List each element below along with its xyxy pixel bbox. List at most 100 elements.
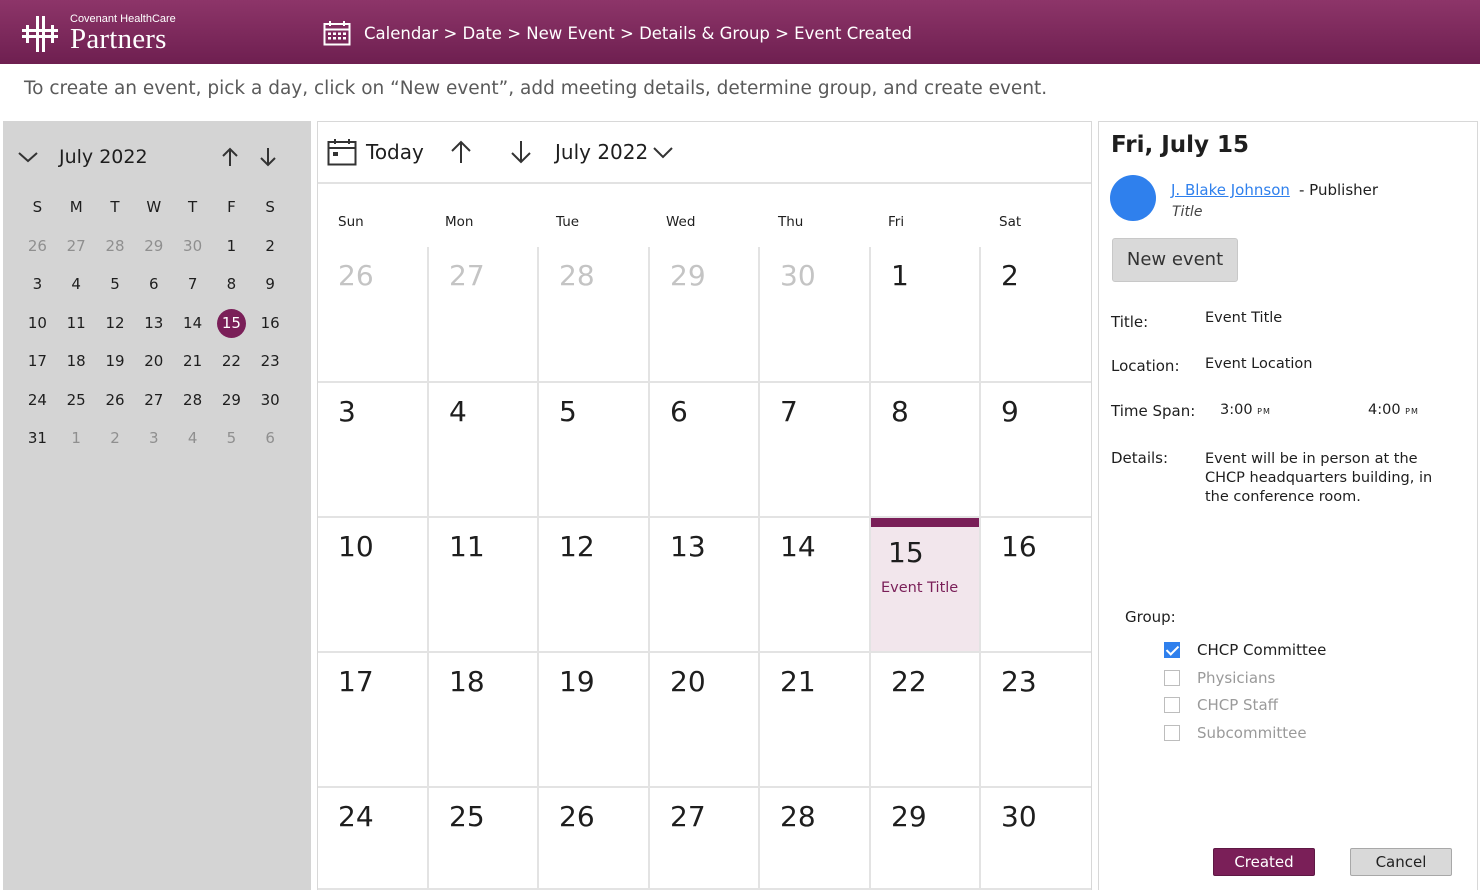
arrow-up-icon[interactable] [220, 146, 240, 168]
mini-day[interactable]: 20 [134, 346, 173, 376]
mini-day[interactable]: 6 [134, 269, 173, 299]
created-button[interactable]: Created [1213, 848, 1315, 876]
mini-day[interactable]: 26 [18, 231, 57, 261]
mini-day[interactable]: 28 [173, 385, 212, 415]
day-cell[interactable]: 16 [981, 518, 1091, 653]
mini-day[interactable]: 25 [57, 385, 96, 415]
mini-day[interactable]: 23 [251, 346, 290, 376]
month-selector[interactable]: July 2022 [555, 140, 648, 164]
mini-day[interactable]: 22 [212, 346, 251, 376]
mini-day[interactable]: 4 [173, 423, 212, 453]
day-cell[interactable]: 7 [760, 383, 871, 518]
mini-day[interactable]: 16 [251, 308, 290, 338]
end-time-value[interactable]: 4:00 PM [1368, 402, 1419, 418]
day-cell[interactable]: 3 [318, 383, 429, 518]
day-cell[interactable]: 9 [981, 383, 1091, 518]
chevron-down-icon[interactable] [16, 148, 40, 166]
mini-day[interactable]: 8 [212, 269, 251, 299]
event-chip[interactable]: Event Title [881, 580, 958, 596]
day-cell[interactable]: 30 [981, 788, 1091, 890]
day-cell[interactable]: 8 [871, 383, 981, 518]
user-name-link[interactable]: J. Blake Johnson [1171, 181, 1290, 199]
mini-day[interactable]: 12 [96, 308, 135, 338]
group-option[interactable]: Physicians [1164, 668, 1275, 688]
today-button[interactable]: Today [366, 140, 424, 164]
mini-day[interactable]: 5 [212, 423, 251, 453]
mini-day[interactable]: 29 [134, 231, 173, 261]
day-cell[interactable]: 24 [318, 788, 429, 890]
mini-day[interactable]: 19 [96, 346, 135, 376]
mini-day[interactable]: 3 [18, 269, 57, 299]
mini-day[interactable]: 9 [251, 269, 290, 299]
group-option[interactable]: CHCP Committee [1164, 640, 1326, 660]
day-cell[interactable]: 25 [429, 788, 539, 890]
mini-day[interactable]: 1 [57, 423, 96, 453]
group-option[interactable]: CHCP Staff [1164, 695, 1278, 715]
mini-day[interactable]: 3 [134, 423, 173, 453]
mini-day[interactable]: 4 [57, 269, 96, 299]
mini-day[interactable]: 21 [173, 346, 212, 376]
day-cell[interactable]: 28 [539, 247, 650, 383]
new-event-button[interactable]: New event [1112, 238, 1238, 282]
mini-day[interactable]: 17 [18, 346, 57, 376]
logo[interactable]: Covenant HealthCare Partners [22, 12, 202, 56]
day-cell[interactable]: 13 [650, 518, 760, 653]
arrow-down-icon[interactable] [509, 139, 533, 165]
day-cell[interactable]: 6 [650, 383, 760, 518]
checkbox[interactable] [1164, 725, 1180, 741]
mini-day[interactable]: 18 [57, 346, 96, 376]
start-time-value[interactable]: 3:00 PM [1220, 402, 1271, 418]
day-cell[interactable]: 26 [318, 247, 429, 383]
mini-day[interactable]: 27 [57, 231, 96, 261]
checkbox[interactable] [1164, 670, 1180, 686]
mini-day[interactable]: 1 [212, 231, 251, 261]
day-cell[interactable]: 2 [981, 247, 1091, 383]
arrow-up-icon[interactable] [449, 139, 473, 165]
day-cell[interactable]: 26 [539, 788, 650, 890]
day-cell[interactable]: 21 [760, 653, 871, 788]
location-value[interactable]: Event Location [1205, 356, 1312, 372]
arrow-down-icon[interactable] [258, 146, 278, 168]
group-option[interactable]: Subcommittee [1164, 723, 1307, 743]
day-cell[interactable]: 29 [650, 247, 760, 383]
mini-day[interactable]: 30 [173, 231, 212, 261]
day-cell[interactable]: 11 [429, 518, 539, 653]
mini-day-selected[interactable]: 15 [212, 308, 251, 338]
day-cell[interactable]: 10 [318, 518, 429, 653]
cancel-button[interactable]: Cancel [1350, 848, 1452, 876]
day-cell[interactable]: 14 [760, 518, 871, 653]
day-cell[interactable]: 12 [539, 518, 650, 653]
mini-day[interactable]: 26 [96, 385, 135, 415]
calendar-today-icon[interactable] [327, 138, 357, 166]
mini-day[interactable]: 2 [96, 423, 135, 453]
day-cell[interactable]: 27 [650, 788, 760, 890]
day-cell[interactable]: 19 [539, 653, 650, 788]
mini-day[interactable]: 27 [134, 385, 173, 415]
mini-day[interactable]: 5 [96, 269, 135, 299]
title-value[interactable]: Event Title [1205, 310, 1282, 326]
day-cell[interactable]: 20 [650, 653, 760, 788]
day-cell[interactable]: 18 [429, 653, 539, 788]
mini-day[interactable]: 7 [173, 269, 212, 299]
day-cell-selected[interactable]: 15 Event Title [871, 518, 981, 653]
mini-day[interactable]: 13 [134, 308, 173, 338]
day-cell[interactable]: 23 [981, 653, 1091, 788]
checkbox-checked[interactable] [1164, 642, 1180, 658]
checkbox[interactable] [1164, 697, 1180, 713]
mini-day[interactable]: 2 [251, 231, 290, 261]
mini-day[interactable]: 14 [173, 308, 212, 338]
mini-day[interactable]: 31 [18, 423, 57, 453]
day-cell[interactable]: 17 [318, 653, 429, 788]
details-value[interactable]: Event will be in person at the CHCP head… [1205, 450, 1435, 507]
day-cell[interactable]: 5 [539, 383, 650, 518]
day-cell[interactable]: 30 [760, 247, 871, 383]
day-cell[interactable]: 28 [760, 788, 871, 890]
day-cell[interactable]: 1 [871, 247, 981, 383]
day-cell[interactable]: 4 [429, 383, 539, 518]
mini-day[interactable]: 6 [251, 423, 290, 453]
day-cell[interactable]: 27 [429, 247, 539, 383]
mini-day[interactable]: 11 [57, 308, 96, 338]
day-cell[interactable]: 29 [871, 788, 981, 890]
mini-day[interactable]: 29 [212, 385, 251, 415]
day-cell[interactable]: 22 [871, 653, 981, 788]
